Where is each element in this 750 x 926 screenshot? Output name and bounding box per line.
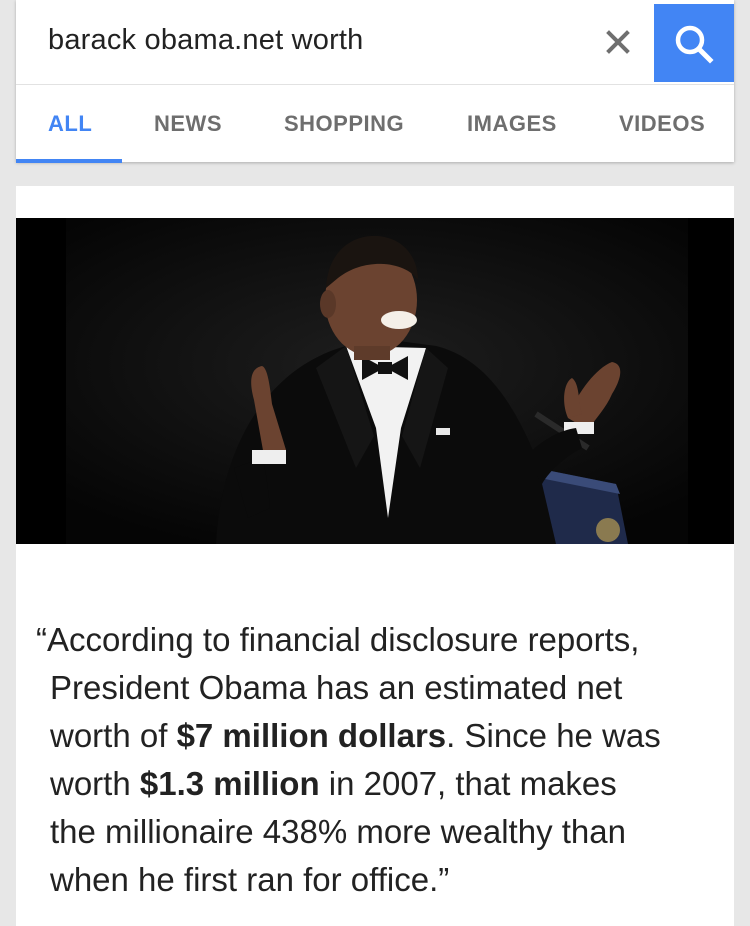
tab-all[interactable]: ALL: [48, 111, 92, 137]
highlighted-prior-worth: $1.3 million: [139, 765, 320, 802]
quote-text: worth: [50, 765, 140, 802]
quote-text: in 2007, that makes: [319, 765, 617, 802]
quote-line: “According to financial disclosure repor…: [36, 621, 640, 658]
search-input[interactable]: barack obama.net worth: [48, 24, 364, 57]
result-image[interactable]: [16, 218, 734, 544]
active-tab-indicator: [16, 159, 122, 163]
tab-images[interactable]: IMAGES: [467, 111, 557, 137]
obama-photo: [16, 218, 734, 544]
featured-snippet-card: “According to financial disclosure repor…: [16, 186, 734, 926]
quote-line: worth $1.3 million in 2007, that makes: [36, 760, 716, 808]
search-bar: barack obama.net worth: [16, 0, 734, 85]
tab-videos[interactable]: VIDEOS: [619, 111, 705, 137]
clear-button[interactable]: [596, 20, 640, 64]
quote-line: worth of $7 million dollars. Since he wa…: [36, 712, 716, 760]
tab-news[interactable]: NEWS: [154, 111, 222, 137]
quote-line: when he first ran for office.”: [50, 861, 450, 898]
quote-text: worth of: [50, 717, 177, 754]
search-icon: [675, 25, 714, 64]
search-button[interactable]: [654, 4, 734, 82]
quote-line: President Obama has an estimated net: [50, 669, 623, 706]
tab-shopping[interactable]: SHOPPING: [284, 111, 404, 137]
highlighted-net-worth: $7 million dollars: [176, 717, 447, 754]
quote-text: . Since he was: [446, 717, 661, 754]
featured-snippet-quote: “According to financial disclosure repor…: [36, 616, 716, 904]
close-icon: [606, 30, 630, 54]
tab-bar: ALL NEWS SHOPPING IMAGES VIDEOS: [16, 84, 734, 163]
quote-line: the millionaire 438% more wealthy than: [50, 813, 626, 850]
search-card: barack obama.net worth ALL NEWS SHOPPING…: [16, 0, 734, 163]
